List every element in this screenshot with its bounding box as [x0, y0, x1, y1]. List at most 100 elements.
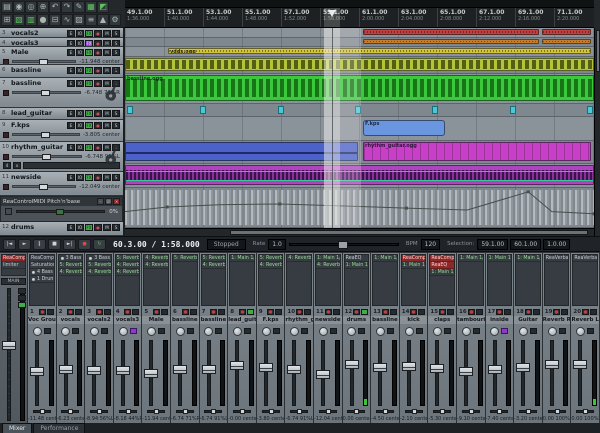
- ruler-tick[interactable]: 65.1.002:08.000: [437, 8, 476, 27]
- pan-slider[interactable]: [576, 410, 594, 413]
- mute-button[interactable]: M: [103, 40, 111, 47]
- record-arm-button[interactable]: [39, 309, 46, 315]
- toolbar-button-search[interactable]: ⊕: [37, 1, 49, 13]
- pan-knob[interactable]: [490, 327, 499, 336]
- mixer-strip-f-kps[interactable]: 5: Reverb 1/24: Reverb 1/29F.kps-3.80 ce…: [257, 253, 286, 423]
- toolbar-button-crossfade[interactable]: ▨: [73, 14, 85, 26]
- pan-slider[interactable]: [433, 410, 451, 413]
- send-slot[interactable]: 4: Reverb 1/2: [259, 262, 283, 269]
- go-to-start-button[interactable]: |◄: [3, 239, 16, 250]
- record-arm-indicator[interactable]: [3, 59, 9, 65]
- pan-knob[interactable]: [90, 327, 99, 336]
- close-icon[interactable]: ✕: [113, 198, 120, 205]
- pan-slider-thumb[interactable]: [555, 409, 560, 414]
- send-slot[interactable]: 5: Reverb 1/2: [87, 262, 111, 269]
- volume-fader-thumb[interactable]: [430, 364, 444, 373]
- pan-slider-thumb[interactable]: [269, 409, 274, 414]
- record-arm-button[interactable]: [96, 309, 103, 315]
- pan-slider[interactable]: [462, 410, 480, 413]
- envelope-button[interactable]: E: [67, 40, 75, 47]
- record-button[interactable]: ●: [78, 239, 91, 250]
- track-panel-male[interactable]: 5MaleEIOFX●MS-11.948 center: [0, 47, 123, 65]
- pan-slider[interactable]: [61, 410, 79, 413]
- send-slot[interactable]: 1: Main 1/2: [345, 262, 369, 269]
- pan-knob[interactable]: [262, 327, 271, 336]
- pan-slider-thumb[interactable]: [240, 409, 245, 414]
- fx-panel-button[interactable]: UI: [105, 198, 112, 205]
- send-slot[interactable]: 1: Main 1/2: [459, 255, 483, 262]
- media-item-f-kps[interactable]: F.kps: [363, 120, 445, 136]
- io-button[interactable]: IO: [76, 224, 84, 231]
- send-slot[interactable]: 4: Reverb 1/2: [87, 269, 111, 276]
- io-button[interactable]: IO: [76, 110, 84, 117]
- io-button[interactable]: IO: [76, 80, 84, 87]
- track-panel-bassline[interactable]: 7basslineEIOFX●MS-6.748 71%R: [0, 78, 123, 108]
- toolbar-button-new-project[interactable]: ▤: [1, 1, 13, 13]
- mixer-strip-kick[interactable]: ReaComp1: Main 1/214kick-2.10 center: [400, 253, 429, 423]
- volume-fader-thumb[interactable]: [516, 363, 530, 372]
- monitor-button[interactable]: [333, 309, 340, 315]
- send-slot[interactable]: 1: Main 1/2: [488, 255, 512, 262]
- play-button[interactable]: ►: [18, 239, 31, 250]
- io-button[interactable]: IO: [76, 144, 84, 151]
- track-panel-vocals2[interactable]: 3vocals2EIOFX●MS: [0, 28, 123, 38]
- pan-slider[interactable]: [405, 410, 423, 413]
- monitor-button[interactable]: [247, 309, 254, 315]
- tab-mixer[interactable]: Mixer: [2, 423, 32, 433]
- routing-button[interactable]: [530, 328, 537, 334]
- midi-item[interactable]: [432, 106, 438, 114]
- pan-knob[interactable]: [176, 327, 185, 336]
- envelope-button[interactable]: E: [67, 80, 75, 87]
- send-slot[interactable]: 1: Main 1/2: [373, 255, 397, 262]
- fx-slot[interactable]: limiter: [2, 262, 25, 269]
- fx-panel-button[interactable]: –: [97, 198, 104, 205]
- ruler-tick[interactable]: 69.1.002:16.000: [515, 8, 554, 27]
- io-button[interactable]: IO: [76, 40, 84, 47]
- midi-item[interactable]: [200, 106, 206, 114]
- record-arm-indicator[interactable]: [3, 132, 9, 138]
- toolbar-button-snap[interactable]: ≡: [85, 14, 97, 26]
- fx-button[interactable]: FX: [85, 174, 93, 181]
- send-slot[interactable]: 1: Main 1/2: [230, 255, 254, 262]
- ruler-tick[interactable]: 61.1.002:00.000: [359, 8, 398, 27]
- record-arm-button[interactable]: [525, 309, 532, 315]
- volume-fader-thumb[interactable]: [545, 360, 559, 369]
- monitor-button[interactable]: [161, 309, 168, 315]
- media-item-male[interactable]: vdds.ogg: [168, 48, 591, 54]
- toolbar-button-envelope[interactable]: ∿: [61, 14, 73, 26]
- pan-slider-thumb[interactable]: [154, 409, 159, 414]
- record-arm-button[interactable]: [468, 309, 475, 315]
- monitor-button[interactable]: [304, 309, 311, 315]
- pan-slider-thumb[interactable]: [526, 409, 531, 414]
- horizontal-scrollbar[interactable]: [125, 228, 594, 236]
- mixer-strip-guitar[interactable]: 1: Main 1/218Guitar-3.20 center: [514, 253, 543, 423]
- mixer-strip-inside[interactable]: 1: Main 1/217inside-7.40 center: [486, 253, 515, 423]
- volume-fader-thumb[interactable]: [345, 360, 359, 369]
- pan-slider[interactable]: [119, 410, 137, 413]
- fx-slot[interactable]: ReaVerbate: [545, 255, 569, 262]
- monitor-button[interactable]: [418, 309, 425, 315]
- track-panel-lead-guitar[interactable]: 8lead_guitarEIOFX●MS: [0, 108, 123, 120]
- record-arm-button[interactable]: ●: [94, 67, 102, 74]
- volume-fader-thumb[interactable]: [287, 365, 301, 374]
- solo-button[interactable]: S: [112, 110, 120, 117]
- routing-button[interactable]: [273, 328, 280, 334]
- send-slot[interactable]: 5: Reverb 1/2: [116, 255, 140, 262]
- routing-button[interactable]: [473, 328, 480, 334]
- mixer-strip-bassline[interactable]: 5: Reverb 1/26bassline-6.74 71%R: [171, 253, 200, 423]
- solo-button[interactable]: S: [112, 224, 120, 231]
- ruler-tick[interactable]: 55.1.001:48.000: [242, 8, 281, 27]
- mute-button[interactable]: [18, 288, 26, 294]
- volume-fader-thumb[interactable]: [116, 366, 130, 375]
- toolbar-button-metronome[interactable]: ▲: [97, 14, 109, 26]
- mixer-strip-lead-guita[interactable]: 1: Main 1/28lead_guita-0.00 center: [228, 253, 257, 423]
- vertical-scrollbar[interactable]: [594, 28, 600, 236]
- fx-param-thumb[interactable]: [56, 209, 64, 215]
- ruler-tick[interactable]: 51.1.001:40.000: [164, 8, 203, 27]
- volume-fader-thumb[interactable]: [259, 363, 273, 372]
- envelope-button[interactable]: E: [67, 122, 75, 129]
- send-slot[interactable]: 4: Reverb 1/2: [144, 262, 168, 269]
- pan-slider-thumb[interactable]: [412, 409, 417, 414]
- fx-param-slider[interactable]: [16, 210, 105, 213]
- record-arm-indicator[interactable]: [3, 90, 9, 96]
